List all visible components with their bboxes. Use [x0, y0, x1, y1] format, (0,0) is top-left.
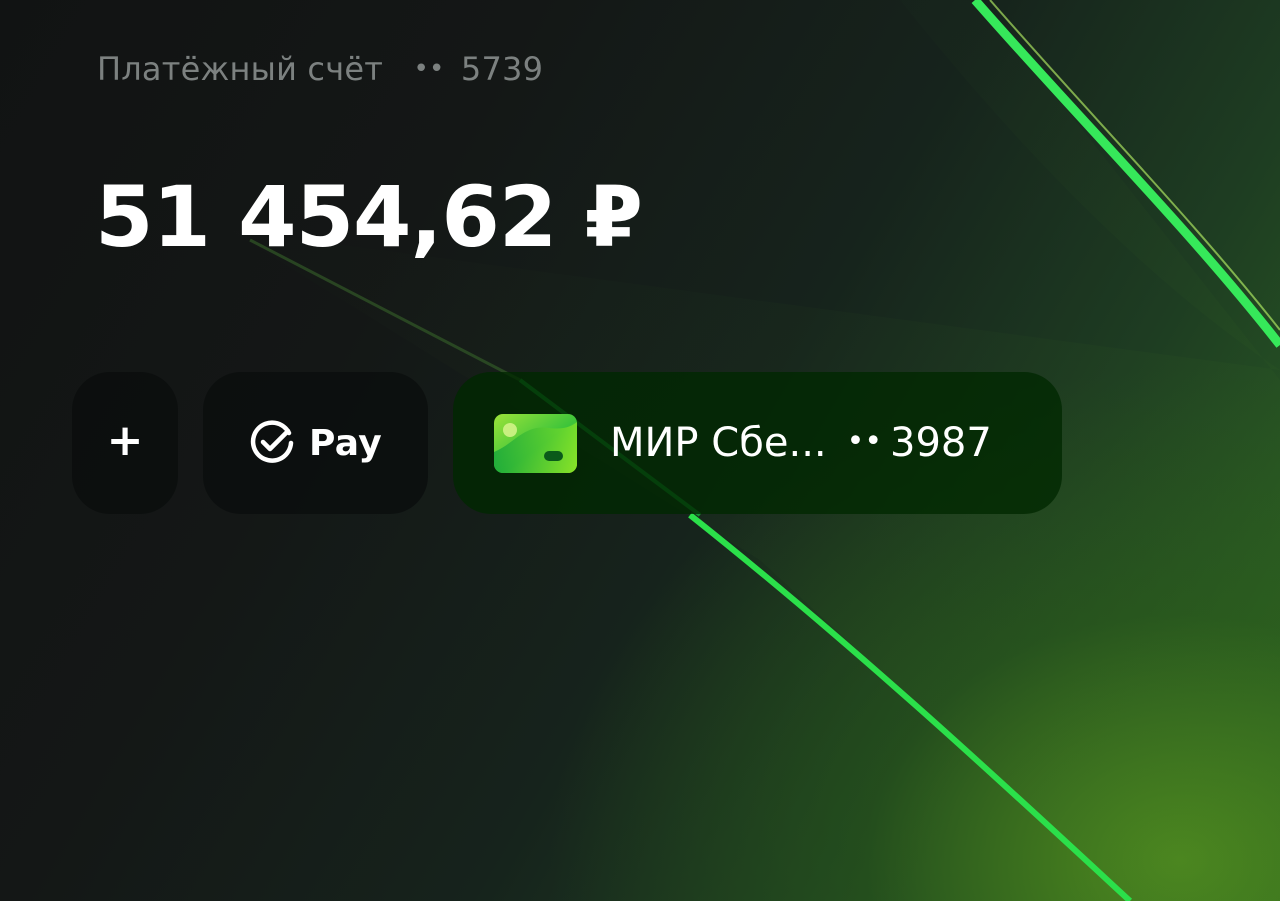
pay-label: Pay — [309, 422, 382, 464]
balance-amount: 51 454,62 ₽ — [95, 168, 643, 266]
card-number: 3987 — [890, 420, 992, 466]
pay-button[interactable]: Pay — [203, 372, 428, 514]
check-circle-icon — [250, 420, 294, 463]
card-mask: •• — [846, 423, 883, 459]
plus-icon: + — [106, 415, 144, 466]
card-icon — [494, 413, 577, 473]
account-name: Платёжный счёт — [97, 50, 384, 88]
account-header[interactable]: Платёжный счёт •• 5739 — [97, 50, 543, 88]
card-selector[interactable]: МИР Сбе... •• 3987 — [453, 372, 1062, 514]
account-mask: •• — [413, 54, 445, 84]
account-screen: Платёжный счёт •• 5739 51 454,62 ₽ + Pay — [0, 0, 1280, 901]
add-button[interactable]: + — [72, 372, 178, 514]
account-number: 5739 — [460, 50, 544, 88]
card-name: МИР Сбе... — [610, 420, 827, 466]
